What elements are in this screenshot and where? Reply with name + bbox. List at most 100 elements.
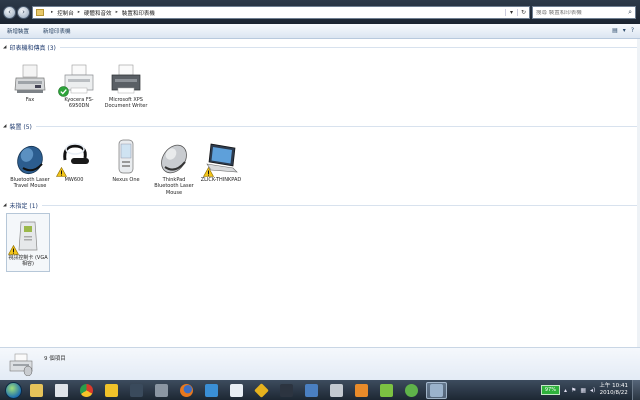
show-desktop-button[interactable]: [632, 380, 640, 400]
taskbar-devices-printers[interactable]: [426, 381, 447, 399]
app-icon: [330, 383, 343, 397]
search-input[interactable]: [536, 9, 626, 16]
volume-icon[interactable]: ◂): [590, 387, 595, 394]
network-icon[interactable]: ▦: [580, 387, 586, 394]
taskbar-chrome[interactable]: [76, 382, 97, 399]
printer-icon: [104, 56, 148, 96]
navigation-bar: ‹ › ▸ 控制台 ▸ 硬體和音效 ▸ 裝置和印表機 ▾ ↻ ⌕: [0, 0, 640, 24]
view-dropdown-icon[interactable]: ▾: [623, 27, 626, 34]
taskbar-app-gray[interactable]: [151, 382, 172, 399]
add-printer-button[interactable]: 新增印表機: [36, 27, 78, 35]
history-dropdown-icon[interactable]: ▾: [505, 9, 517, 16]
device-item-xps-writer[interactable]: Microsoft XPS Document Writer: [104, 56, 148, 110]
media-player-icon: [355, 383, 368, 397]
firefox-icon: [180, 383, 193, 397]
breadcrumb-devices-printers[interactable]: 裝置和印表機: [122, 9, 155, 17]
fax-icon: [8, 56, 52, 96]
taskbar-app-blue[interactable]: [201, 382, 222, 399]
taskbar-media[interactable]: [51, 382, 72, 399]
phone-icon: [104, 136, 148, 176]
view-options-icon[interactable]: ▤: [612, 27, 618, 34]
app-icon: [130, 383, 143, 397]
taskbar-app-cube[interactable]: [326, 382, 347, 399]
group-header-devices[interactable]: ◢ 裝置 (5): [3, 122, 637, 131]
collapse-triangle-icon[interactable]: ◢: [3, 203, 6, 208]
system-tray: 97% ▴ ⚑ ▦ ◂) 上午 10:41 2010/8/22: [540, 380, 640, 400]
taskbar-app-dark2[interactable]: [276, 382, 297, 399]
taskbar-explorer[interactable]: [26, 382, 47, 399]
device-label: ZLICK-THINKPAD: [200, 177, 242, 183]
divider: [59, 46, 637, 48]
clock-time: 上午 10:41: [599, 383, 628, 389]
collapse-triangle-icon[interactable]: ◢: [3, 45, 6, 50]
taskbar-app-green[interactable]: [376, 382, 397, 399]
back-button[interactable]: ‹: [3, 5, 16, 19]
collapse-triangle-icon[interactable]: ◢: [3, 124, 6, 129]
address-bar[interactable]: ▸ 控制台 ▸ 硬體和音效 ▸ 裝置和印表機 ▾ ↻: [32, 6, 530, 19]
laptop-icon: [199, 136, 243, 177]
device-label: Nexus One: [112, 177, 140, 183]
explorer-icon: [30, 383, 43, 397]
command-bar: 新增裝置 新增印表機 ▤ ▾ ?: [0, 24, 640, 39]
divider: [41, 204, 637, 206]
group-title: 裝置 (5): [9, 123, 32, 131]
breadcrumb-control-panel[interactable]: 控制台: [57, 9, 74, 17]
search-box[interactable]: ⌕: [532, 6, 636, 19]
breadcrumb-arrow-icon: ▸: [51, 10, 54, 15]
content-area: ◢ 印表機和傳真 (3) Fax Kyocera FS-6950DN Micro…: [0, 39, 640, 347]
device-item-nexus-one[interactable]: Nexus One: [104, 136, 148, 183]
device-item-zlick-thinkpad[interactable]: ZLICK-THINKPAD: [199, 136, 243, 183]
device-label: 視訊控制卡 (VGA 相容): [8, 255, 48, 268]
printer-icon: [57, 56, 101, 97]
taskbar-virtualbox[interactable]: [301, 382, 322, 399]
forward-button[interactable]: ›: [17, 5, 30, 19]
taskbar-messenger[interactable]: [401, 382, 422, 399]
messenger-icon: [405, 383, 418, 397]
app-icon: [230, 383, 243, 397]
show-hidden-icons-icon[interactable]: ▴: [564, 387, 567, 394]
silver-mouse-icon: [152, 136, 196, 176]
taskbar-firefox[interactable]: [176, 382, 197, 399]
device-label: MW600: [64, 177, 84, 183]
default-check-icon: [58, 86, 69, 97]
help-icon[interactable]: ?: [631, 27, 634, 34]
start-button[interactable]: [5, 381, 22, 399]
computer-box-icon: [7, 214, 49, 255]
item-count: 9 個項目: [44, 356, 66, 362]
device-label: ThinkPad Bluetooth Laser Mouse: [154, 177, 194, 196]
device-label: Bluetooth Laser Travel Mouse: [10, 177, 50, 190]
headset-icon: [52, 136, 96, 177]
breadcrumb-hardware-sound[interactable]: 硬體和音效: [84, 9, 112, 17]
flag-icon[interactable]: ⚑: [571, 387, 576, 394]
device-item-travel-mouse[interactable]: Bluetooth Laser Travel Mouse: [8, 136, 52, 190]
taskbar-app-sign[interactable]: [251, 382, 272, 399]
chrome-icon: [80, 383, 93, 397]
battery-indicator[interactable]: 97%: [540, 385, 560, 395]
group-title: 未指定 (1): [9, 202, 38, 210]
clock[interactable]: 上午 10:41 2010/8/22: [599, 383, 628, 397]
device-label: Fax: [25, 97, 35, 103]
refresh-icon[interactable]: ↻: [517, 9, 529, 16]
taskbar-media-player[interactable]: [351, 382, 372, 399]
clock-date: 2010/8/22: [599, 390, 628, 396]
device-label: Kyocera FS-6950DN: [64, 97, 94, 110]
add-device-button[interactable]: 新增裝置: [0, 27, 36, 35]
device-item-thinkpad-mouse[interactable]: ThinkPad Bluetooth Laser Mouse: [152, 136, 196, 196]
device-item-vga-adapter[interactable]: 視訊控制卡 (VGA 相容): [6, 213, 50, 272]
warning-icon: [203, 167, 214, 177]
taskbar-app-white[interactable]: [226, 382, 247, 399]
device-item-fax[interactable]: Fax: [8, 56, 52, 103]
device-item-kyocera[interactable]: Kyocera FS-6950DN: [57, 56, 101, 110]
search-icon[interactable]: ⌕: [628, 8, 632, 17]
app-icon: [155, 383, 168, 397]
group-header-printers[interactable]: ◢ 印表機和傳真 (3): [3, 43, 637, 52]
blue-mouse-icon: [8, 136, 52, 176]
device-item-mw600[interactable]: MW600: [52, 136, 96, 183]
breadcrumb-arrow-icon: ▸: [115, 10, 118, 15]
group-header-unspecified[interactable]: ◢ 未指定 (1): [3, 201, 637, 210]
app-icon: [254, 382, 269, 398]
virtualbox-icon: [305, 383, 318, 397]
group-title: 印表機和傳真 (3): [9, 44, 56, 52]
taskbar-app-yellow[interactable]: [101, 382, 122, 399]
taskbar-app-dark[interactable]: [126, 382, 147, 399]
